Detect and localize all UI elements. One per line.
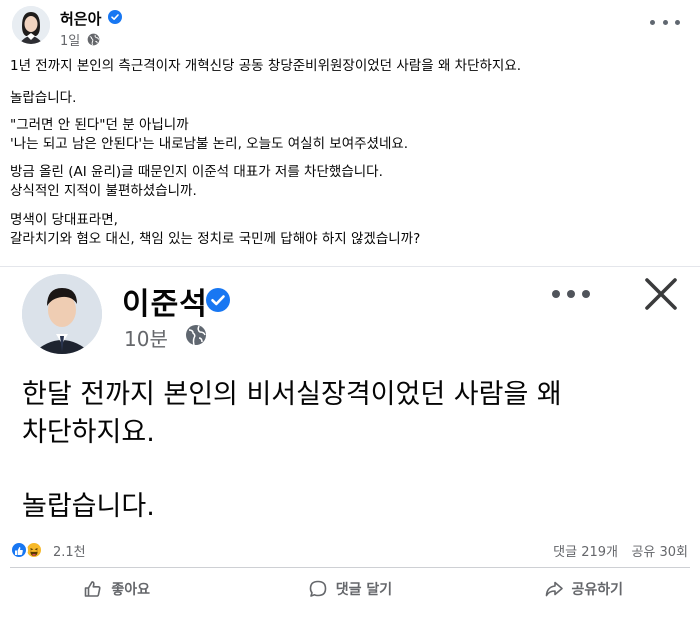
more-options-icon[interactable] — [650, 10, 680, 34]
like-label: 좋아요 — [111, 582, 150, 598]
post-paragraph: 명색이 당대표라면, 갈라치기와 혐오 대신, 책임 있는 정치로 국민께 답해야… — [10, 212, 421, 247]
post-paragraph: "그러면 안 된다"던 분 아닙니까 '나는 되고 남은 안된다'는 내로남불 논… — [10, 117, 409, 152]
post-timestamp[interactable]: 1일 — [60, 30, 80, 49]
share-label: 공유하기 — [571, 582, 624, 598]
embedded-post-timestamp: 10분 — [124, 327, 168, 351]
embedded-more-options-icon — [552, 289, 590, 299]
thumbs-up-icon — [85, 581, 101, 597]
embedded-author-name: 이준석 — [122, 287, 208, 322]
reactions-summary: 2.1천 댓글 219개 공유 30회 — [0, 532, 700, 566]
share-count[interactable]: 공유 30회 — [631, 541, 688, 560]
embedded-globe-icon — [185, 324, 207, 346]
comment-label: 댓글 달기 — [335, 582, 393, 598]
embedded-post-line: 한달 전까지 본인의 비서실장격이었던 사람을 왜 — [22, 379, 562, 410]
post-paragraph: 놀랍습니다. — [10, 90, 77, 106]
globe-icon — [87, 31, 100, 46]
divider — [10, 567, 690, 568]
like-button[interactable]: 좋아요 — [0, 569, 233, 609]
action-bar: 좋아요 댓글 달기 공유하기 — [0, 569, 700, 609]
reaction-count[interactable]: 2.1천 — [53, 541, 86, 560]
embedded-post-line: 차단하지요. — [22, 417, 155, 448]
post-paragraph: 방금 올린 (AI 윤리)글 때문인지 이준석 대표가 저를 차단했습니다. 상식… — [10, 164, 383, 199]
comment-count[interactable]: 댓글 219개 — [553, 541, 618, 560]
embedded-post-screenshot[interactable]: 이준석 10분 한달 전까지 본인의 비서실장격이었던 사람을 왜 차단하지요.… — [0, 266, 700, 531]
embedded-post-line: 놀랍습니다. — [22, 491, 155, 522]
author-avatar[interactable] — [12, 6, 50, 44]
comment-button[interactable]: 댓글 달기 — [233, 569, 466, 609]
post-paragraph: 1년 전까지 본인의 측근격이자 개혁신당 공동 창당준비위원장이었던 사람을 … — [10, 58, 522, 74]
embedded-verified-badge-icon — [205, 287, 231, 313]
share-arrow-icon — [545, 581, 563, 597]
share-button[interactable]: 공유하기 — [467, 569, 700, 609]
like-reaction-icon[interactable] — [10, 541, 28, 559]
verified-badge-icon — [108, 9, 122, 24]
author-name[interactable]: 허은아 — [60, 8, 101, 29]
comment-bubble-icon — [309, 580, 327, 597]
close-icon — [642, 275, 680, 313]
embedded-author-avatar — [22, 274, 102, 354]
